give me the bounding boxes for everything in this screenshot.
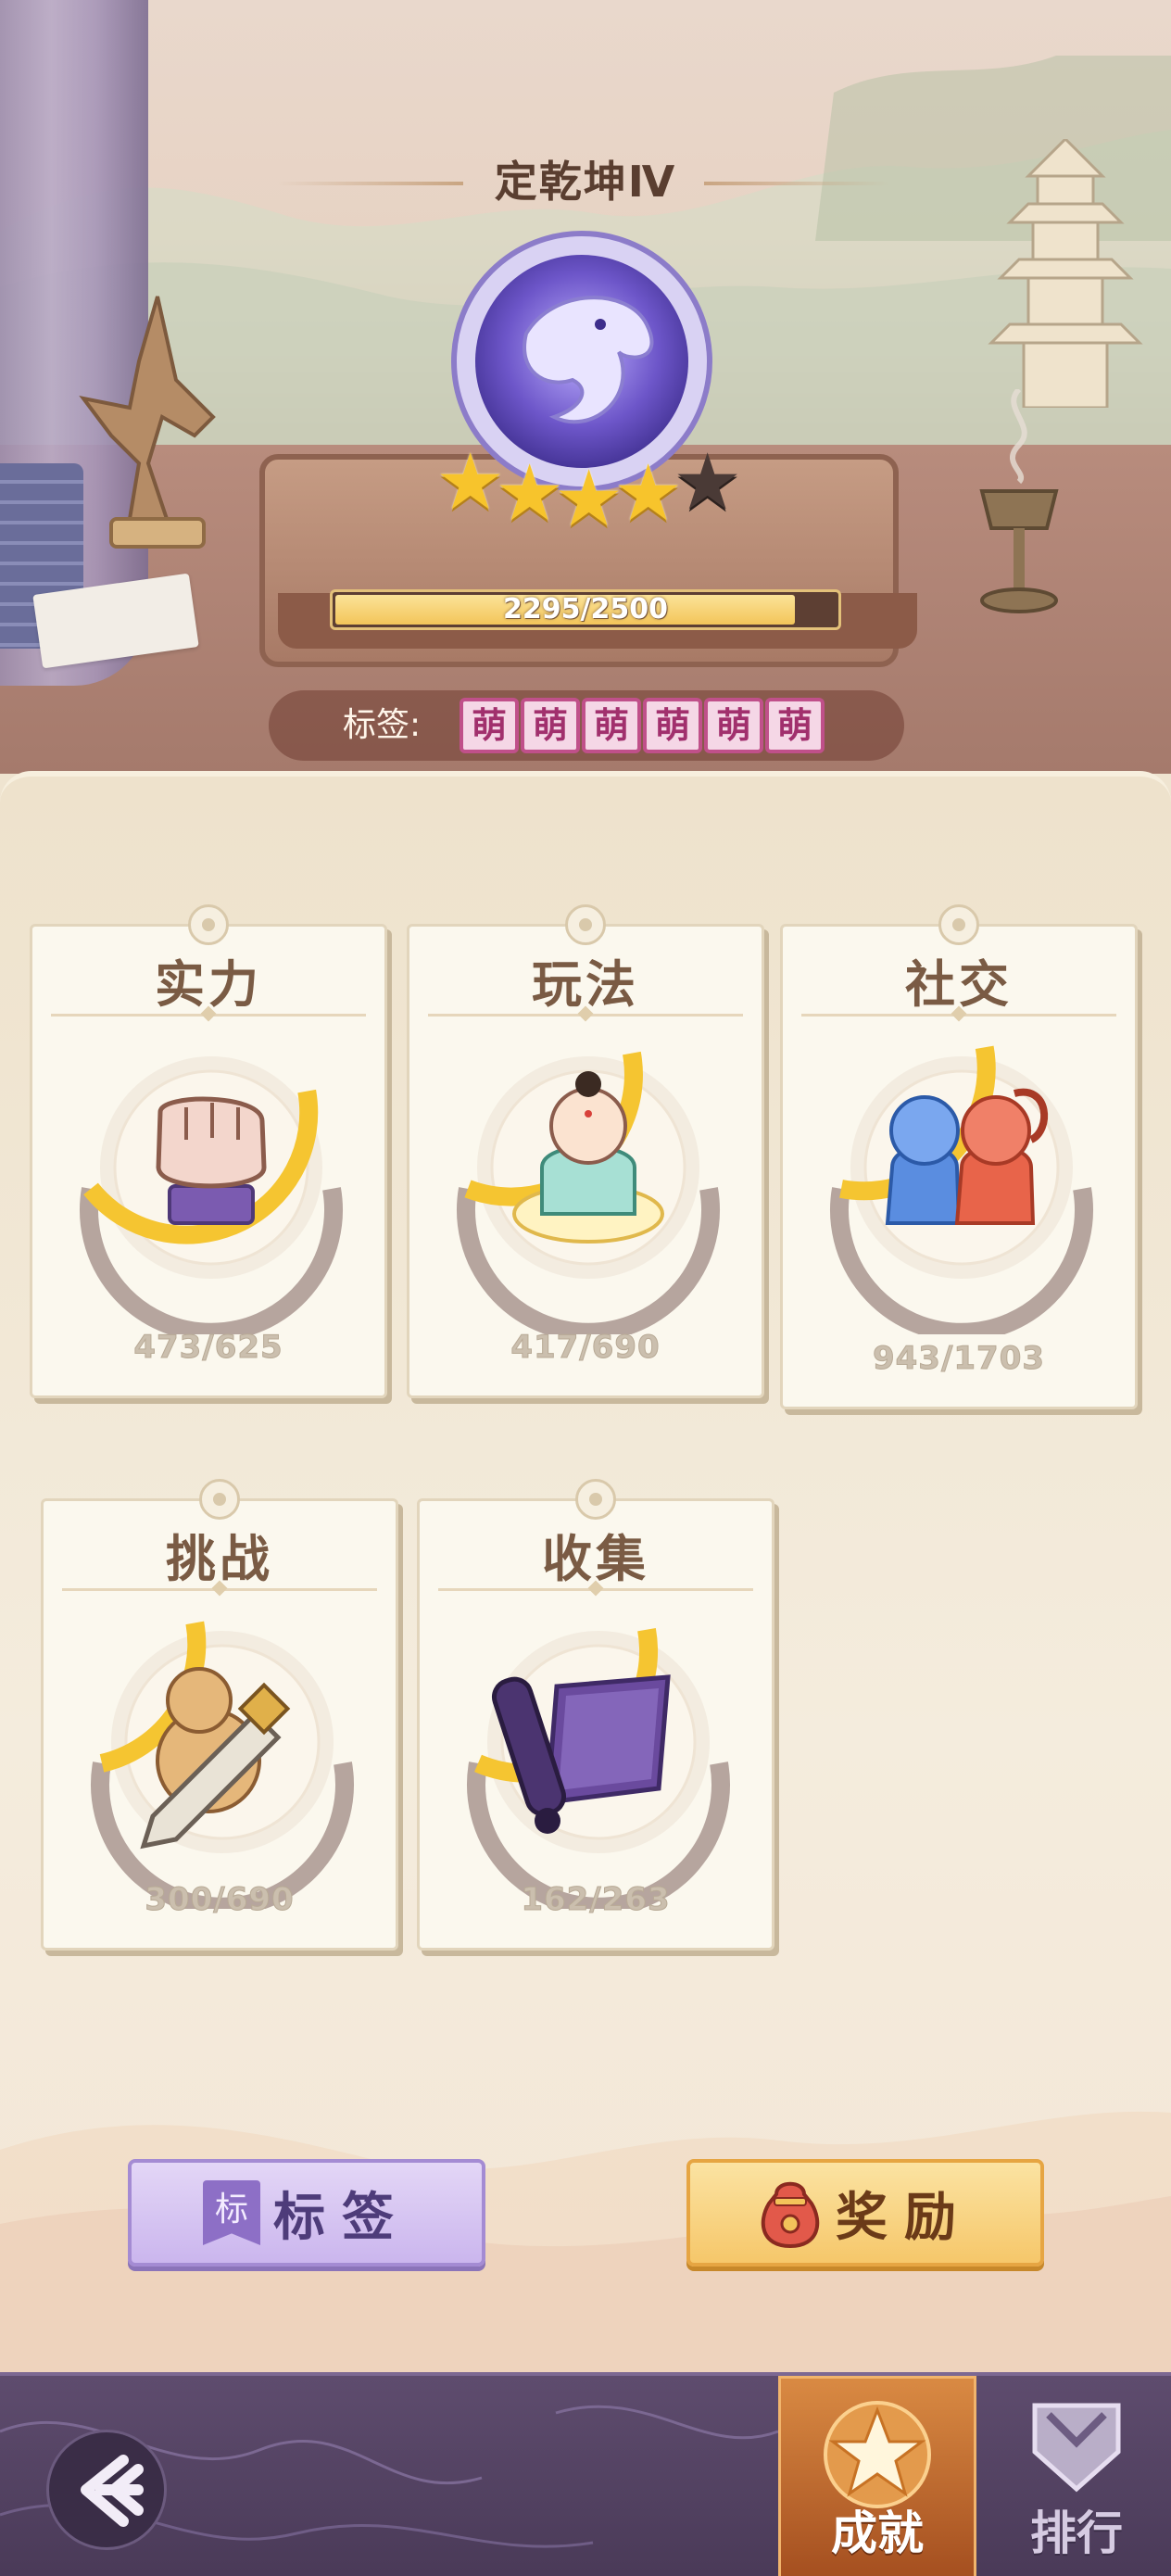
card-gauge [91, 1621, 354, 1909]
card-divider [438, 1588, 753, 1591]
card-gauge [830, 1045, 1093, 1334]
tag-button[interactable]: 标 标签 [128, 2159, 485, 2267]
tag-button-label: 标签 [273, 2187, 410, 2248]
tab-achievement[interactable]: 成就 [778, 2376, 976, 2576]
tag-chip[interactable]: 萌 [765, 698, 825, 753]
card-knob [575, 1479, 616, 1520]
card-progress-value: 417/690 [510, 1329, 661, 1367]
card-knob [188, 904, 229, 945]
card-progress-value: 943/1703 [872, 1340, 1046, 1378]
tag-bar-label: 标签: [343, 706, 422, 744]
category-card-collection[interactable]: 收集 162/263 [417, 1479, 774, 1951]
pagoda-icon [988, 139, 1143, 408]
card-progress-value: 473/625 [133, 1329, 283, 1367]
rank-progress-bar: 2295/2500 [330, 589, 841, 630]
category-card-challenge[interactable]: 挑战 300/690 [41, 1479, 398, 1951]
card-gauge [80, 1056, 343, 1334]
tag-chip[interactable]: 萌 [643, 698, 702, 753]
tab-achievement-label: 成就 [831, 2507, 924, 2560]
tab-ranking-label: 排行 [1030, 2507, 1123, 2560]
reward-bag-icon [761, 2181, 820, 2249]
tag-chip[interactable]: 萌 [704, 698, 763, 753]
card-gauge [467, 1627, 730, 1909]
card-divider [51, 1014, 366, 1017]
card-progress-value: 162/263 [521, 1881, 671, 1919]
card-knob [199, 1479, 240, 1520]
card-gauge [457, 1051, 720, 1334]
card-divider [428, 1014, 743, 1017]
reward-button-label: 奖励 [836, 2187, 973, 2248]
category-card-strength[interactable]: 实力 473/625 [30, 904, 387, 1398]
category-card-social[interactable]: 社交 943/1703 [780, 904, 1138, 1409]
header-scene: 定乾坤Ⅳ ★ ★ ★ ★ ★ 2295/2500 标签: 萌 萌 萌 萌 萌 萌 [0, 0, 1171, 774]
shield-icon [1032, 2403, 1121, 2493]
reward-button[interactable]: 奖励 [686, 2159, 1044, 2267]
tag-chip[interactable]: 萌 [521, 698, 580, 753]
card-knob [565, 904, 606, 945]
card-divider [62, 1588, 377, 1591]
tag-badge-icon: 标 [203, 2180, 260, 2245]
tag-chip[interactable]: 萌 [582, 698, 641, 753]
bird-statue-icon [79, 296, 216, 549]
back-button[interactable] [46, 2430, 167, 2550]
fist-icon [156, 1096, 267, 1225]
category-card-gameplay[interactable]: 玩法 417/690 [407, 904, 764, 1398]
bottom-navigation: 成就 排行 [0, 2372, 1171, 2576]
card-divider [801, 1014, 1116, 1017]
star-icon [824, 2401, 931, 2508]
tab-ranking[interactable]: 排行 [982, 2376, 1171, 2576]
tag-chip[interactable]: 萌 [460, 698, 519, 753]
star-empty-icon: ★ [673, 436, 743, 527]
back-arrow-icon [81, 2455, 144, 2527]
tag-bar: 标签: 萌 萌 萌 萌 萌 萌 [269, 690, 904, 761]
rank-stars: ★ ★ ★ ★ ★ [435, 436, 743, 537]
rank-progress-text: 2295/2500 [503, 593, 668, 625]
card-progress-value: 300/690 [145, 1881, 295, 1919]
incense-burner-icon [979, 389, 1059, 613]
rank-title: 定乾坤Ⅳ [494, 157, 677, 207]
card-knob [938, 904, 979, 945]
